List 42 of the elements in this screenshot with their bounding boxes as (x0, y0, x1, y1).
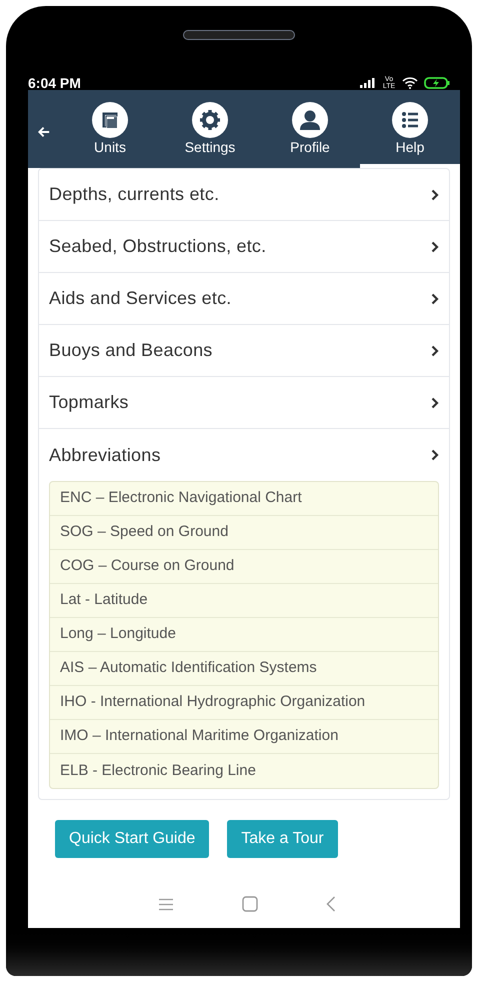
section-row[interactable]: Buoys and Beacons (39, 325, 449, 377)
nav-tab[interactable]: Help (360, 90, 460, 168)
section-title: Topmarks (49, 391, 129, 414)
nav-tab[interactable]: Profile (260, 90, 360, 168)
abbreviation-item: SOG – Speed on Ground (50, 516, 438, 550)
chevron-right-icon (431, 240, 439, 252)
back-chevron-icon[interactable] (326, 896, 336, 912)
section-title: Aids and Services etc. (49, 287, 232, 310)
section-row[interactable]: Depths, currents etc. (39, 169, 449, 221)
section-title: Abbreviations (49, 444, 161, 466)
abbreviation-item: COG – Course on Ground (50, 550, 438, 584)
section-title: Depths, currents etc. (49, 183, 220, 206)
wifi-icon (402, 77, 418, 89)
back-arrow-icon[interactable] (38, 126, 50, 138)
list-icon (392, 102, 428, 138)
abbreviation-item: IMO – International Maritime Organization (50, 720, 438, 754)
chevron-right-icon (431, 292, 439, 304)
section-row[interactable]: Topmarks (39, 377, 449, 429)
home-square-icon[interactable] (242, 896, 258, 912)
section-row[interactable]: Seabed, Obstructions, etc. (39, 221, 449, 273)
chevron-right-icon (431, 396, 439, 408)
abbreviation-item: IHO - International Hydrographic Organization (50, 686, 438, 720)
battery-charging-icon (424, 77, 450, 89)
nav-tab[interactable]: Settings (160, 90, 260, 168)
chevron-right-icon (431, 344, 439, 356)
menu-icon[interactable] (158, 898, 174, 910)
section-row[interactable]: Abbreviations (39, 429, 449, 481)
chevron-right-icon (431, 449, 439, 461)
nav-tab[interactable]: Units (60, 90, 160, 168)
abbreviation-item: AIS – Automatic Identification Systems (50, 652, 438, 686)
section-row[interactable]: Aids and Services etc. (39, 273, 449, 325)
chevron-right-icon (431, 188, 439, 200)
section-title: Seabed, Obstructions, etc. (49, 235, 266, 258)
signal-icon (360, 78, 376, 88)
abbreviation-item: ENC – Electronic Navigational Chart (50, 482, 438, 516)
abbreviation-item: ELB - Electronic Bearing Line (59, 760, 257, 781)
abbreviation-item: Long – Longitude (50, 618, 438, 652)
status-time: 6:04 PM (28, 76, 81, 90)
person-icon (292, 102, 328, 138)
section-title: Buoys and Beacons (49, 339, 213, 362)
gear-icon (192, 102, 228, 138)
abbreviation-item: Lat - Latitude (50, 584, 438, 618)
